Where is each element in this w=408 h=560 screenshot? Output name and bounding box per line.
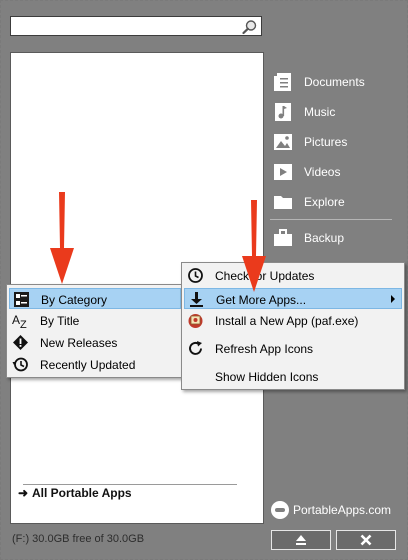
history-icon [12,357,28,372]
portableapps-logo[interactable]: PortableApps.com [271,501,391,519]
sidebar-item-label: Videos [304,165,341,179]
clock-update-icon [188,268,203,283]
install-package-icon [188,314,203,328]
search-input[interactable] [10,16,262,36]
category-list-icon [14,292,29,307]
sidebar-item-backup[interactable]: Backup [272,226,398,250]
pictures-icon [274,134,292,150]
music-icon [275,103,291,121]
backup-icon [274,229,292,246]
sidebar-item-videos[interactable]: Videos [272,160,398,184]
annotation-arrow-right [242,200,266,292]
menu-label: Install a New App (paf.exe) [215,314,359,328]
menu-item-install-new-app[interactable]: Install a New App (paf.exe) [184,310,402,331]
logo-text: PortableApps.com [293,503,392,517]
menu-label: Recently Updated [40,358,136,372]
drive-status: (F:) 30.0GB free of 30.0GB [12,533,145,545]
menu-item-show-hidden-icons[interactable]: Show Hidden Icons [184,366,402,387]
menu-item-recently-updated[interactable]: Recently Updated [9,354,181,375]
sort-alpha-icon: AZ [12,313,27,329]
sidebar-item-music[interactable]: Music [272,100,398,124]
menu-label: Show Hidden Icons [215,370,319,384]
all-portable-apps-link[interactable]: ➜ All Portable Apps [18,486,132,500]
svg-text:Z: Z [20,319,27,329]
sidebar-item-label: Documents [304,75,365,89]
sidebar-item-label: Pictures [304,135,348,149]
menu-label: By Category [41,293,108,307]
close-button[interactable] [336,530,396,550]
menu-label: New Releases [40,336,118,350]
refresh-icon [189,341,202,355]
download-icon [190,292,203,307]
eject-button[interactable] [271,530,331,550]
submenu-arrow-icon [391,295,395,303]
arrow-right-icon: ➜ [18,486,29,500]
apps-context-menu: Check for Updates Get More Apps... Insta… [181,262,405,390]
portableapps-logo-icon [271,501,289,519]
sidebar-divider [270,219,392,220]
menu-item-get-more-apps[interactable]: Get More Apps... [184,288,402,309]
sidebar-item-explore[interactable]: Explore [272,190,398,214]
close-icon [360,534,372,546]
menu-item-by-category[interactable]: By Category [9,288,181,309]
svg-text:A: A [12,313,20,327]
sidebar-item-documents[interactable]: Documents [272,70,398,94]
documents-icon [274,73,291,91]
folder-icon [274,196,292,209]
menu-item-refresh-app-icons[interactable]: Refresh App Icons [184,338,402,359]
menu-label: By Title [40,314,80,328]
menu-item-check-for-updates[interactable]: Check for Updates [184,265,402,286]
menu-item-new-releases[interactable]: New Releases [9,332,181,353]
all-apps-label: All Portable Apps [32,486,132,500]
videos-icon [274,164,292,180]
eject-icon [296,535,306,545]
sidebar-item-pictures[interactable]: Pictures [272,130,398,154]
divider [23,484,237,485]
search-icon[interactable] [242,19,258,35]
view-context-menu: By Category AZ By Title New Releases Rec… [6,284,184,378]
alert-icon [13,335,28,350]
menu-item-by-title[interactable]: AZ By Title [9,310,181,331]
sidebar-item-label: Backup [304,231,345,245]
annotation-arrow-left [50,192,74,284]
sidebar-item-label: Explore [304,195,345,209]
menu-label: Refresh App Icons [215,342,314,356]
sidebar-item-label: Music [304,105,336,119]
